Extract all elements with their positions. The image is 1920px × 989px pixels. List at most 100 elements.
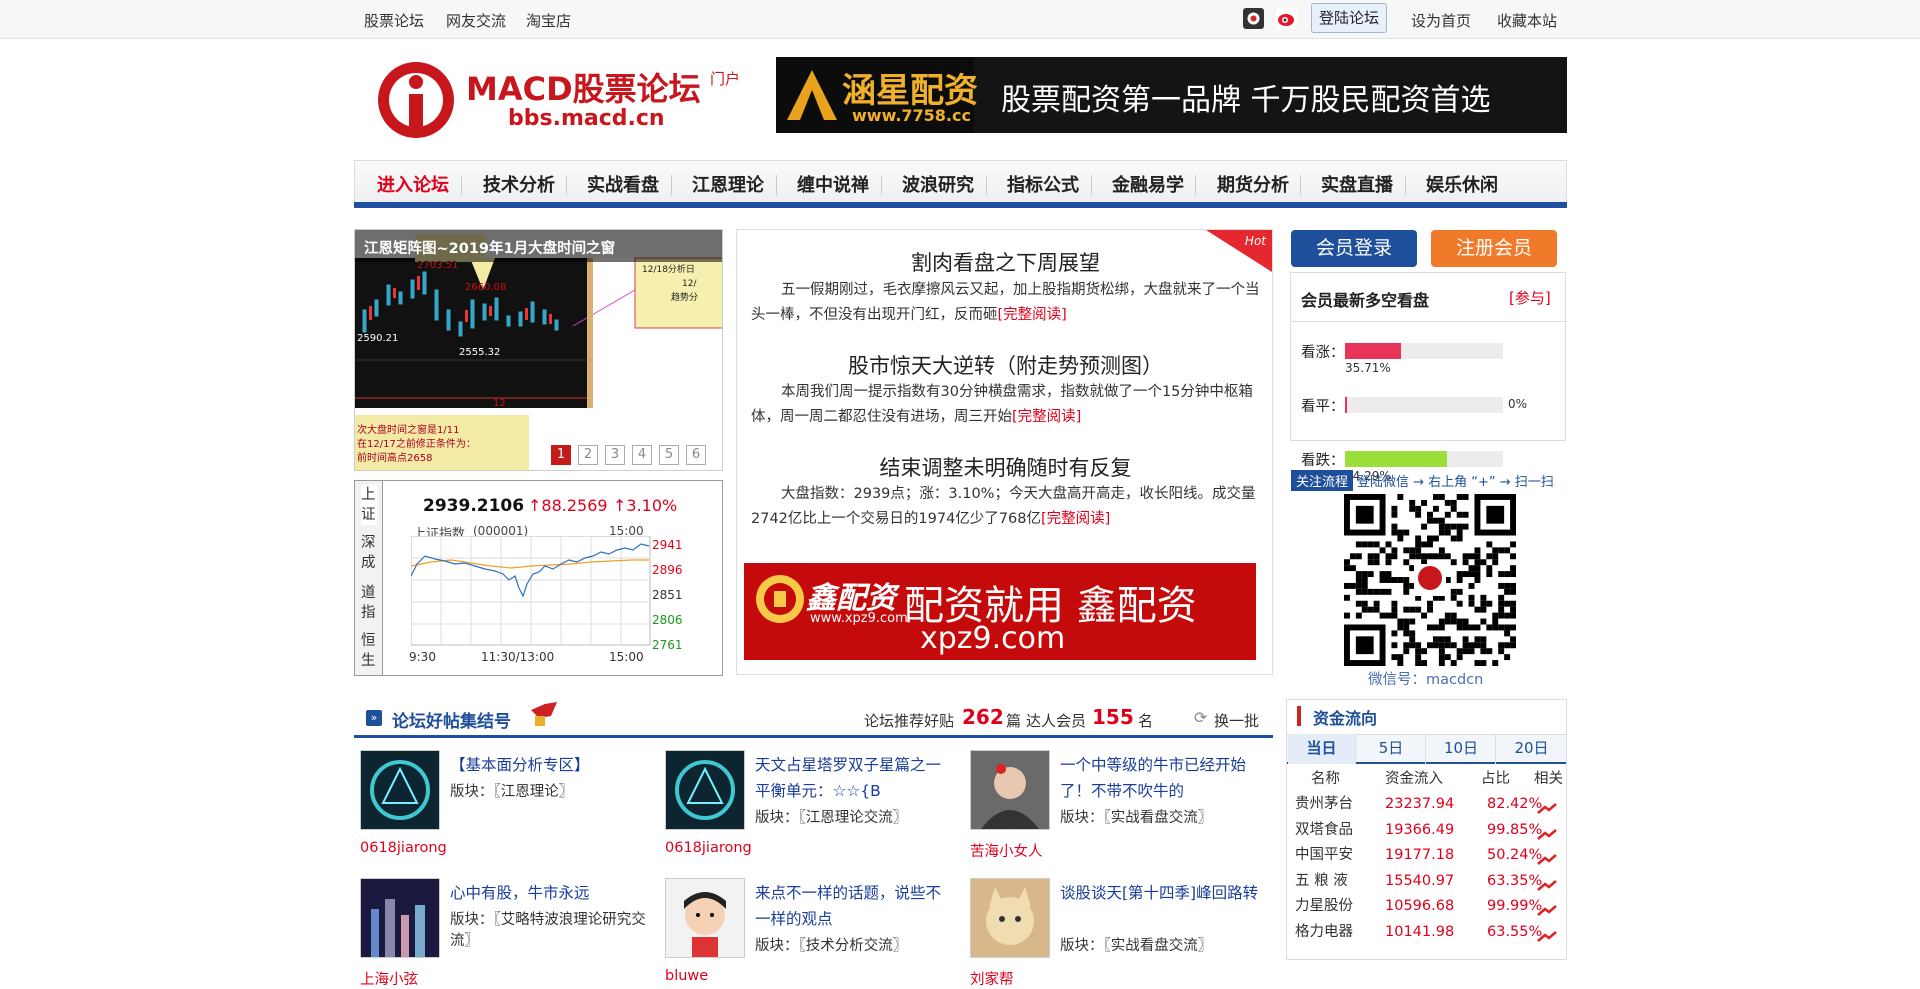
tab-shanghai[interactable]: 上证 (361, 485, 377, 525)
post-section[interactable]: 版块：〖实战看盘交流〗 (1060, 806, 1212, 827)
refresh-icon[interactable]: ⟳ (1194, 708, 1207, 727)
post-user[interactable]: 上海小弦 (360, 968, 418, 989)
slide-page-4[interactable]: 4 (632, 445, 652, 465)
bookmark-link[interactable]: 收藏本站 (1497, 10, 1557, 31)
fund-row[interactable]: 力星股份 10596.68 99.99% (1287, 894, 1568, 919)
fund-row[interactable]: 双塔食品 19366.49 99.85% (1287, 818, 1568, 843)
stock-name: 中国平安 (1295, 847, 1353, 863)
slide-page-2[interactable]: 2 (578, 445, 598, 465)
post-title[interactable]: 一个中等级的牛市已经开始了！不带不吹牛的 (1060, 752, 1260, 804)
fund-row[interactable]: 贵州茅台 23237.94 82.42% (1287, 792, 1568, 817)
trend-icon[interactable] (1537, 799, 1557, 814)
col-ratio: 占比 (1481, 771, 1510, 787)
fund-row[interactable]: 中国平安 19177.18 50.24% (1287, 843, 1568, 868)
refresh-button[interactable]: 换一批 (1214, 710, 1259, 731)
post-title[interactable]: 天文占星塔罗双子星篇之一平衡单元：☆☆{B (755, 752, 955, 804)
link-taobao[interactable]: 淘宝店 (526, 10, 571, 31)
slide-page-1[interactable]: 1 (551, 445, 571, 465)
slide-caption[interactable]: 江恩矩阵图~2019年1月大盘时间之窗 (364, 237, 615, 258)
post-user[interactable]: 0618jiarong (360, 840, 447, 856)
fund-tab-today[interactable]: 当日 (1288, 734, 1356, 764)
nav-gann[interactable]: 江恩理论 (692, 171, 764, 197)
nav-realtime[interactable]: 实盘直播 (1321, 171, 1393, 197)
site-logo[interactable]: MACD股票论坛 门户 bbs.macd.cn (376, 58, 746, 140)
post-title[interactable]: 谈股谈天[第十四季]峰回路转 (1060, 880, 1260, 906)
qq-icon[interactable] (1243, 8, 1264, 29)
trend-icon[interactable] (1537, 825, 1557, 840)
fund-row[interactable]: 五 粮 液 15540.97 63.35% (1287, 869, 1568, 894)
article-3-title[interactable]: 结束调整未明确随时有反复 (737, 452, 1274, 482)
tab-hangseng[interactable]: 恒生 (361, 631, 377, 671)
xpz-banner-ad[interactable]: 鑫配资 www.xpz9.com 配资就用 鑫配资 xpz9.com (744, 563, 1256, 660)
nav-chan[interactable]: 缠中说禅 (797, 171, 869, 197)
post-section[interactable]: 版块：〖江恩理论〗 (450, 780, 573, 801)
fund-tab-20d[interactable]: 20日 (1497, 734, 1566, 764)
register-button[interactable]: 注册会员 (1431, 230, 1557, 267)
user-avatar[interactable] (970, 750, 1050, 830)
weibo-icon[interactable] (1276, 8, 1297, 29)
logo-suffix: 门户 (710, 70, 741, 88)
set-home-link[interactable]: 设为首页 (1411, 10, 1471, 31)
nav-forum[interactable]: 进入论坛 (377, 171, 449, 197)
article-2-title[interactable]: 股市惊天大逆转（附走势预测图） (737, 350, 1274, 380)
user-avatar[interactable] (360, 750, 440, 830)
tab-dow[interactable]: 道指 (361, 583, 377, 623)
slide-page-3[interactable]: 3 (605, 445, 625, 465)
fund-tab-5d[interactable]: 5日 (1357, 734, 1426, 764)
post-card[interactable]: 心中有股，牛市永远 版块：〖艾略特波浪理论研究交流〗 上海小弦 (354, 878, 654, 988)
post-section[interactable]: 版块：〖技术分析交流〗 (755, 934, 907, 955)
post-section[interactable]: 版块：〖江恩理论交流〗 (755, 806, 907, 827)
post-card[interactable]: 一个中等级的牛市已经开始了！不带不吹牛的 版块：〖实战看盘交流〗 苦海小女人 (964, 750, 1264, 860)
post-card[interactable]: 【基本面分析专区】 版块：〖江恩理论〗 0618jiarong (354, 750, 654, 860)
trend-icon[interactable] (1537, 876, 1557, 891)
article-2-more[interactable]: [完整阅读] (1012, 409, 1081, 425)
post-user[interactable]: 刘家帮 (970, 968, 1014, 989)
nav-finance[interactable]: 金融易学 (1112, 171, 1184, 197)
fund-row[interactable]: 格力电器 10141.98 63.55% (1287, 920, 1568, 945)
article-1-title[interactable]: 割肉看盘之下周展望 (737, 247, 1274, 277)
slide-page-5[interactable]: 5 (659, 445, 679, 465)
post-title[interactable]: 心中有股，牛市永远 (450, 880, 650, 906)
trend-icon[interactable] (1537, 901, 1557, 916)
post-section[interactable]: 版块：〖艾略特波浪理论研究交流〗 (450, 908, 654, 950)
post-user[interactable]: 0618jiarong (665, 840, 752, 856)
slideshow[interactable]: 2703.51 2660.08 2590.21 2555.32 12 12/18… (354, 229, 723, 471)
nav-tech[interactable]: 技术分析 (483, 171, 555, 197)
top-banner-ad[interactable]: 涵星配资 www.7758.cc 股票配资第一品牌 千万股民配资首选 (776, 57, 1567, 133)
poll-join-link[interactable]: [参与] (1509, 287, 1551, 308)
member-login-button[interactable]: 会员登录 (1291, 230, 1417, 267)
slide-label-date: 12/18分析日 (642, 263, 695, 275)
nav-leisure[interactable]: 娱乐休闲 (1426, 171, 1498, 197)
trend-icon[interactable] (1537, 850, 1557, 865)
post-user[interactable]: bluwe (665, 968, 708, 984)
poll-bar-track (1345, 343, 1503, 359)
link-stock-forum[interactable]: 股票论坛 (364, 10, 424, 31)
slide-label-12b: 12/ (682, 279, 697, 289)
post-card[interactable]: 来点不一样的话题，说些不一样的观点 版块：〖技术分析交流〗 bluwe (659, 878, 959, 988)
nav-wave[interactable]: 波浪研究 (902, 171, 974, 197)
nav-live[interactable]: 实战看盘 (587, 171, 659, 197)
banner-brand-icon (787, 70, 837, 120)
post-title[interactable]: 来点不一样的话题，说些不一样的观点 (755, 880, 955, 932)
article-1-more[interactable]: [完整阅读] (998, 307, 1067, 323)
user-avatar[interactable] (360, 878, 440, 958)
trend-icon[interactable] (1537, 927, 1557, 942)
user-avatar[interactable] (970, 878, 1050, 958)
article-3-more[interactable]: [完整阅读] (1041, 511, 1110, 527)
tab-shenzhen[interactable]: 深成 (361, 533, 377, 573)
login-button[interactable]: 登陆论坛 (1311, 3, 1387, 33)
member-label: 达人会员 (1026, 712, 1087, 730)
link-friends[interactable]: 网友交流 (446, 10, 506, 31)
slide-page-6[interactable]: 6 (686, 445, 706, 465)
post-section[interactable]: 版块：〖实战看盘交流〗 (1060, 934, 1212, 955)
user-avatar[interactable] (665, 878, 745, 958)
nav-futures[interactable]: 期货分析 (1217, 171, 1289, 197)
post-title[interactable]: 【基本面分析专区】 (450, 752, 650, 778)
post-card[interactable]: 谈股谈天[第十四季]峰回路转 版块：〖实战看盘交流〗 刘家帮 (964, 878, 1264, 988)
user-avatar[interactable] (665, 750, 745, 830)
nav-indicator[interactable]: 指标公式 (1007, 171, 1079, 197)
post-user[interactable]: 苦海小女人 (970, 840, 1043, 861)
fund-tab-10d[interactable]: 10日 (1427, 734, 1496, 764)
post-card[interactable]: 天文占星塔罗双子星篇之一平衡单元：☆☆{B 版块：〖江恩理论交流〗 0618ji… (659, 750, 959, 860)
banner-url: www.7758.cc (852, 106, 971, 125)
